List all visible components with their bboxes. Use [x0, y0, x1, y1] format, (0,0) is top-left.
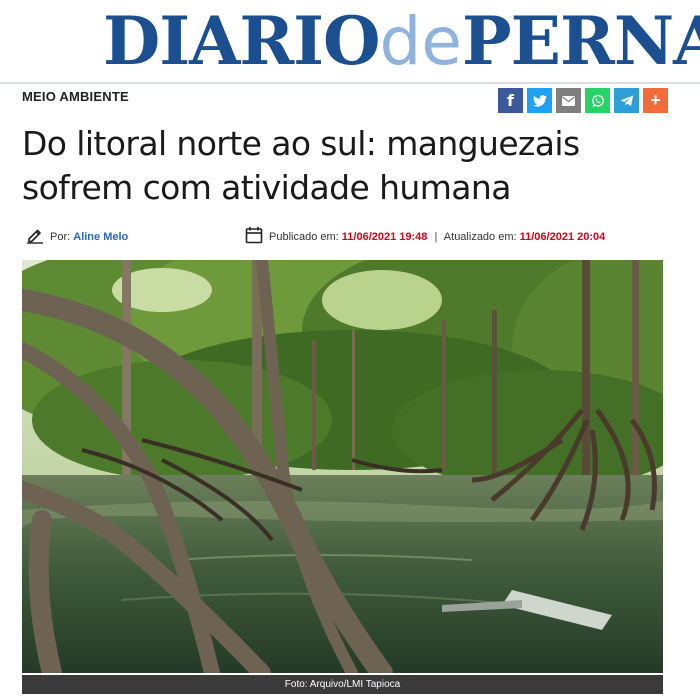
facebook-share-button[interactable]: f [498, 88, 523, 113]
published-date: 11/06/2021 19:48 [341, 231, 428, 243]
published-label: Publicado em: [269, 231, 339, 243]
whatsapp-share-button[interactable] [585, 88, 610, 113]
telegram-share-button[interactable] [614, 88, 639, 113]
article-photo[interactable] [22, 260, 663, 673]
author-prefix: Por: [50, 231, 71, 243]
photo-caption: Foto: Arquivo/LMI Tapioca [22, 675, 663, 694]
more-share-button[interactable]: + [643, 88, 668, 113]
pencil-icon [27, 229, 43, 244]
email-icon [562, 95, 575, 106]
updated-label: Atualizado em: [443, 231, 517, 243]
share-bar: f + [498, 88, 668, 113]
whatsapp-icon [591, 94, 604, 107]
section-label[interactable]: MEIO AMBIENTE [22, 89, 129, 104]
author-byline: Por: Aline Melo [50, 231, 128, 243]
mangrove-photo-illustration [22, 260, 663, 673]
logo-de: de [379, 3, 463, 80]
date-separator: | [434, 231, 438, 243]
email-share-button[interactable] [556, 88, 581, 113]
logo-pernambuco: PERNAMBUCO [462, 2, 700, 80]
logo-diario: DIARIO [103, 2, 381, 80]
author-link[interactable]: Aline Melo [73, 231, 128, 243]
masthead: DIARIOdePERNAMBUCO [0, 0, 700, 82]
site-logo[interactable]: DIARIOdePERNAMBUCO [103, 2, 700, 81]
plus-icon: + [650, 90, 661, 110]
article-meta: Por: Aline Melo Publicado em: 11/06/2021… [22, 226, 682, 248]
article-dates: Publicado em: 11/06/2021 19:48 | Atualiz… [269, 231, 605, 243]
calendar-icon [245, 227, 263, 244]
article-headline: Do litoral norte ao sul: manguezais sofr… [22, 124, 580, 207]
masthead-divider [0, 82, 700, 84]
updated-date: 11/06/2021 20:04 [519, 231, 606, 243]
facebook-icon: f [507, 91, 514, 110]
telegram-icon [619, 94, 633, 106]
twitter-icon [532, 94, 547, 107]
twitter-share-button[interactable] [527, 88, 552, 113]
